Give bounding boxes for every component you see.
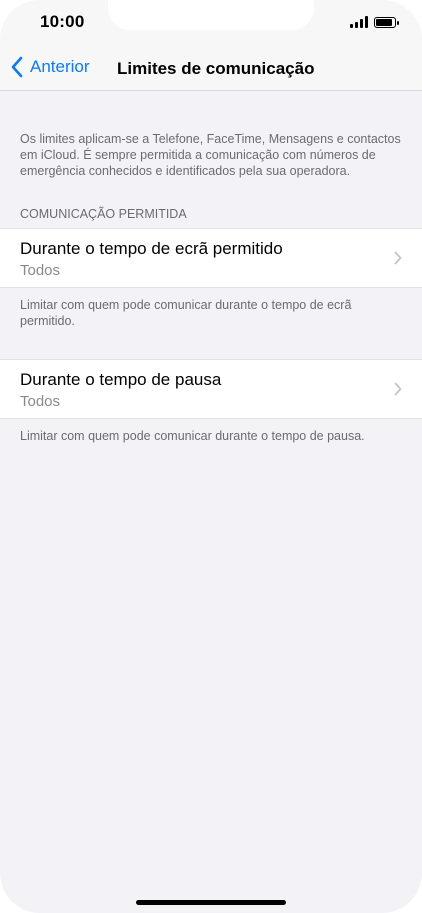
group-footer: Limitar com quem pode comunicar durante … — [20, 298, 352, 328]
settings-group-downtime: Durante o tempo de pausa Todos — [0, 359, 422, 419]
row-value: Todos — [20, 393, 61, 410]
settings-content: Os limites aplicam-se a Telefone, FaceTi… — [0, 91, 422, 444]
settings-group-allowed-time: Durante o tempo de ecrã permitido Todos — [0, 228, 422, 288]
row-title: Durante o tempo de ecrã permitido — [20, 239, 283, 258]
navigation-bar: Anterior Limites de comunicação — [0, 48, 422, 91]
page-title: Limites de comunicação — [117, 59, 315, 78]
row-allowed-screen-time[interactable]: Durante o tempo de ecrã permitido Todos — [0, 229, 422, 287]
back-label: Anterior — [30, 57, 90, 76]
row-title: Durante o tempo de pausa — [20, 370, 222, 389]
row-value: Todos — [20, 262, 61, 279]
row-downtime[interactable]: Durante o tempo de pausa Todos — [0, 360, 422, 418]
back-button[interactable]: Anterior — [10, 56, 90, 78]
chevron-left-icon — [11, 56, 23, 78]
status-time: 10:00 — [40, 12, 85, 31]
signal-icon — [350, 16, 368, 28]
status-bar: 10:00 — [0, 0, 422, 48]
battery-icon — [374, 16, 399, 28]
group-footer: Limitar com quem pode comunicar durante … — [20, 429, 365, 443]
notch — [108, 0, 314, 30]
phone-screen: 10:00 Anterior Limites de comunicação Os… — [0, 0, 422, 913]
chevron-right-icon — [394, 382, 402, 396]
home-indicator[interactable] — [136, 900, 286, 905]
intro-description: Os limites aplicam-se a Telefone, FaceTi… — [20, 132, 401, 178]
status-icons — [350, 16, 399, 28]
chevron-right-icon — [394, 251, 402, 265]
section-header: COMUNICAÇÃO PERMITIDA — [20, 207, 187, 221]
